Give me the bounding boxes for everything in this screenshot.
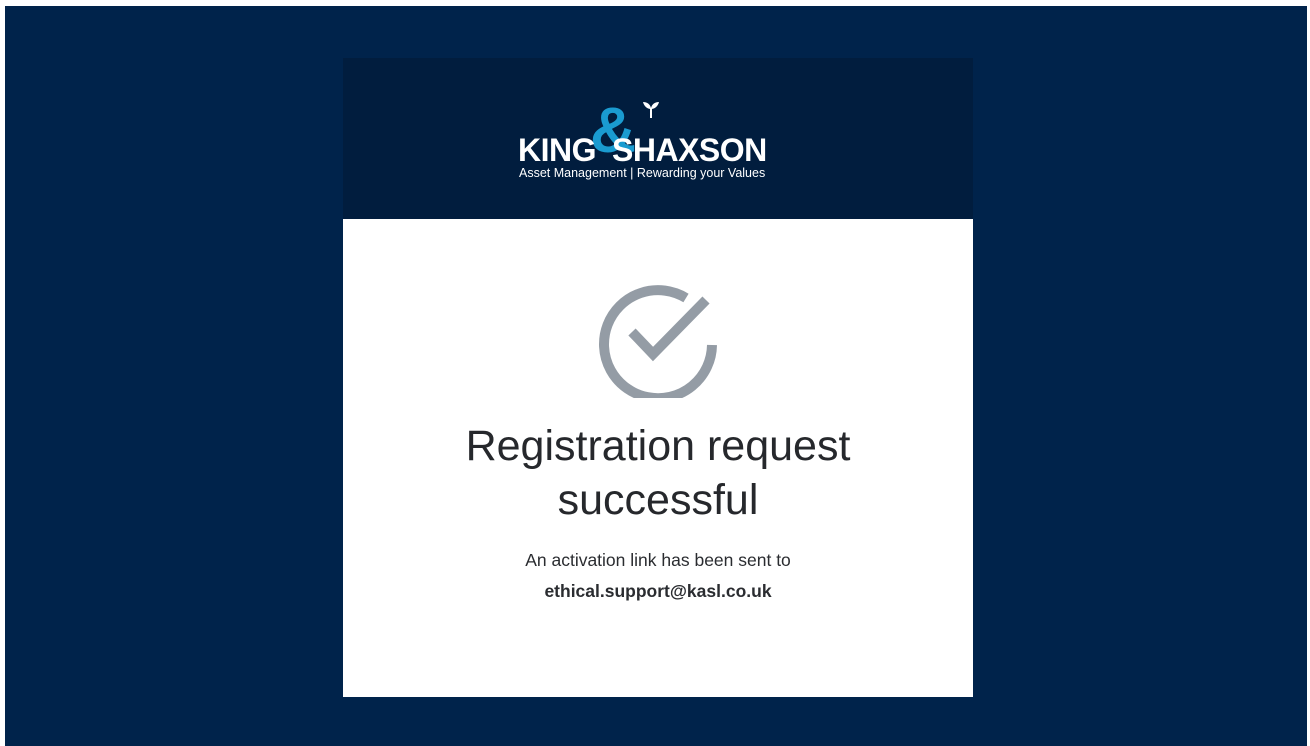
registration-confirmation-card: & KING SHAXSON Asset Management | Reward…: [343, 58, 973, 697]
logo-word-king: KING: [518, 132, 597, 168]
title-line-1: Registration request: [465, 422, 851, 470]
king-shaxson-logo: & KING SHAXSON Asset Management | Reward…: [518, 95, 798, 186]
sprout-icon: [643, 102, 659, 118]
recipient-email: ethical.support@kasl.co.uk: [544, 581, 772, 601]
card-header: & KING SHAXSON Asset Management | Reward…: [343, 58, 973, 219]
logo-tagline: Asset Management | Rewarding your Values: [519, 166, 766, 180]
logo-word-shaxson: SHAXSON: [612, 132, 767, 168]
activation-message: An activation link has been sent to: [525, 550, 791, 570]
title-line-2: successful: [557, 476, 759, 524]
page-title: Registration request successful: [343, 419, 973, 527]
check-circle-icon: [598, 280, 718, 404]
